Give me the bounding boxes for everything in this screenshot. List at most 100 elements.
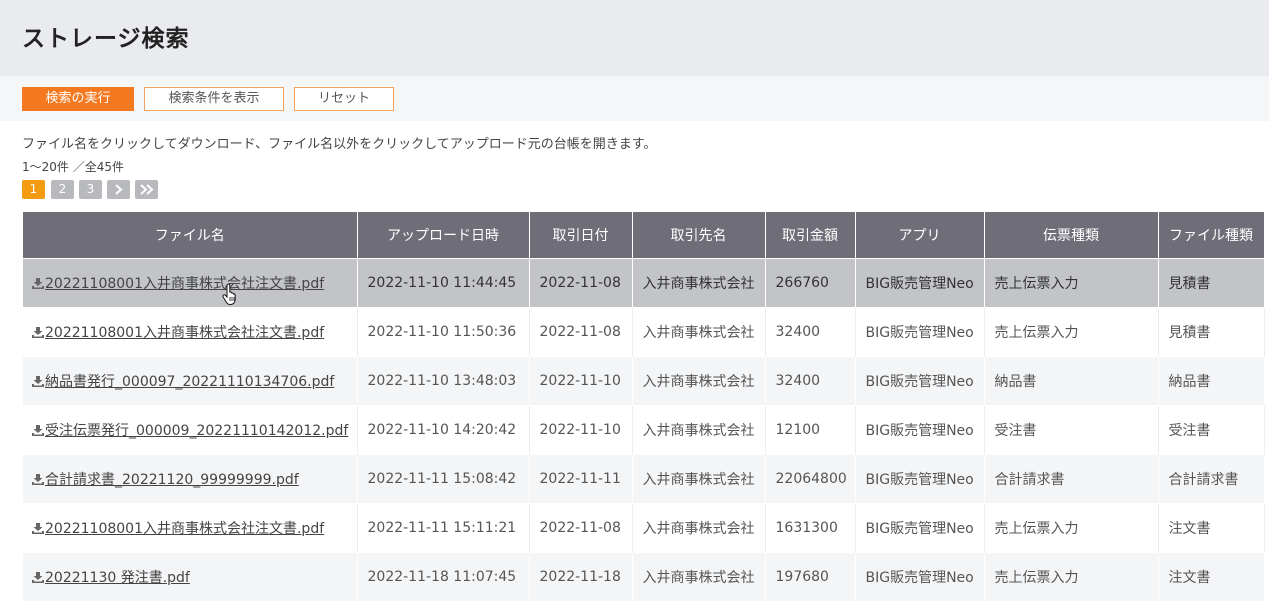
amount-cell: 22064800	[765, 455, 855, 504]
upload-datetime-cell: 2022-11-11 15:08:42	[357, 455, 529, 504]
transaction-date-cell: 2022-11-11	[529, 455, 632, 504]
file-name-text: 20221108001入井商事株式会社注文書.pdf	[45, 521, 324, 537]
file-download-link[interactable]: 受注伝票発行_000009_20221110142012.pdf	[32, 423, 348, 439]
table-row[interactable]: 20221108001入井商事株式会社注文書.pdf 2022-11-10 11…	[23, 308, 1264, 357]
upload-datetime-cell: 2022-11-10 14:20:42	[357, 406, 529, 455]
amount-cell: 32400	[765, 308, 855, 357]
file-name-cell: 受注伝票発行_000009_20221110142012.pdf	[23, 406, 357, 455]
table-header-row: ファイル名 アップロード日時 取引日付 取引先名 取引金額 アプリ 伝票種類 フ…	[23, 212, 1264, 259]
app-cell: BIG販売管理Neo	[855, 504, 984, 553]
app-cell: BIG販売管理Neo	[855, 357, 984, 406]
show-conditions-button[interactable]: 検索条件を表示	[144, 87, 284, 111]
table-row[interactable]: 納品書発行_000097_20221110134706.pdf 2022-11-…	[23, 357, 1264, 406]
app-cell: BIG販売管理Neo	[855, 553, 984, 601]
file-type-cell: 注文書	[1158, 553, 1264, 601]
app-cell: BIG販売管理Neo	[855, 406, 984, 455]
upload-datetime-cell: 2022-11-10 13:48:03	[357, 357, 529, 406]
table-row[interactable]: 20221130 発注書.pdf 2022-11-18 11:07:45 202…	[23, 553, 1264, 601]
partner-name-cell: 入井商事株式会社	[632, 504, 765, 553]
next-page-button[interactable]	[107, 180, 130, 199]
app-cell: BIG販売管理Neo	[855, 455, 984, 504]
download-icon	[32, 327, 44, 338]
download-icon	[32, 523, 44, 534]
file-name-cell: 20221108001入井商事株式会社注文書.pdf	[23, 504, 357, 553]
download-icon	[32, 572, 44, 583]
file-name-text: 受注伝票発行_000009_20221110142012.pdf	[45, 423, 348, 439]
transaction-date-cell: 2022-11-18	[529, 553, 632, 601]
download-icon	[32, 376, 44, 387]
download-icon	[32, 278, 44, 289]
hand-pointer-icon	[222, 284, 238, 306]
table-row[interactable]: 20221108001入井商事株式会社注文書.pdf 2022-11-10 11…	[23, 259, 1264, 308]
slip-type-cell: 納品書	[984, 357, 1158, 406]
upload-datetime-cell: 2022-11-10 11:44:45	[357, 259, 529, 308]
file-name-cell: 20221108001入井商事株式会社注文書.pdf	[23, 259, 357, 308]
file-name-text: 20221108001入井商事株式会社注文書.pdf	[45, 325, 324, 341]
transaction-date-cell: 2022-11-10	[529, 406, 632, 455]
amount-cell: 32400	[765, 357, 855, 406]
last-page-button[interactable]	[135, 180, 158, 199]
table-row[interactable]: 合計請求書_20221120_99999999.pdf 2022-11-11 1…	[23, 455, 1264, 504]
instructions-text: ファイル名をクリックしてダウンロード、ファイル名以外をクリックしてアップロード元…	[22, 133, 656, 152]
transaction-date-cell: 2022-11-08	[529, 504, 632, 553]
page-title: ストレージ検索	[22, 19, 190, 53]
file-name-cell: 20221130 発注書.pdf	[23, 553, 357, 601]
file-name-text: 20221130 発注書.pdf	[45, 570, 190, 586]
table-row[interactable]: 受注伝票発行_000009_20221110142012.pdf 2022-11…	[23, 406, 1264, 455]
column-header-file-name[interactable]: ファイル名	[23, 212, 357, 259]
upload-datetime-cell: 2022-11-10 11:50:36	[357, 308, 529, 357]
file-download-link[interactable]: 20221130 発注書.pdf	[32, 570, 190, 586]
app-cell: BIG販売管理Neo	[855, 308, 984, 357]
partner-name-cell: 入井商事株式会社	[632, 406, 765, 455]
file-name-text: 納品書発行_000097_20221110134706.pdf	[45, 374, 334, 390]
column-header-app[interactable]: アプリ	[855, 212, 984, 259]
amount-cell: 197680	[765, 553, 855, 601]
file-download-link[interactable]: 合計請求書_20221120_99999999.pdf	[32, 472, 299, 488]
storage-results-table: ファイル名 アップロード日時 取引日付 取引先名 取引金額 アプリ 伝票種類 フ…	[23, 212, 1265, 601]
column-header-slip-type[interactable]: 伝票種類	[984, 212, 1158, 259]
file-download-link[interactable]: 20221108001入井商事株式会社注文書.pdf	[32, 521, 324, 537]
slip-type-cell: 売上伝票入力	[984, 308, 1158, 357]
file-name-cell: 合計請求書_20221120_99999999.pdf	[23, 455, 357, 504]
file-type-cell: 受注書	[1158, 406, 1264, 455]
transaction-date-cell: 2022-11-10	[529, 357, 632, 406]
file-name-text: 合計請求書_20221120_99999999.pdf	[45, 472, 299, 488]
column-header-transaction-date[interactable]: 取引日付	[529, 212, 632, 259]
transaction-date-cell: 2022-11-08	[529, 308, 632, 357]
file-name-text: 20221108001入井商事株式会社注文書.pdf	[45, 276, 324, 292]
download-icon	[32, 474, 44, 485]
file-download-link[interactable]: 20221108001入井商事株式会社注文書.pdf	[32, 325, 324, 341]
partner-name-cell: 入井商事株式会社	[632, 455, 765, 504]
page-1-button[interactable]: 1	[22, 180, 45, 199]
file-type-cell: 見積書	[1158, 308, 1264, 357]
execute-search-button[interactable]: 検索の実行	[22, 87, 134, 111]
file-name-cell: 納品書発行_000097_20221110134706.pdf	[23, 357, 357, 406]
toolbar: 検索の実行 検索条件を表示 リセット	[0, 76, 1269, 121]
column-header-amount[interactable]: 取引金額	[765, 212, 855, 259]
column-header-partner-name[interactable]: 取引先名	[632, 212, 765, 259]
page-3-button[interactable]: 3	[79, 180, 102, 199]
file-type-cell: 納品書	[1158, 357, 1264, 406]
amount-cell: 266760	[765, 259, 855, 308]
file-type-cell: 見積書	[1158, 259, 1264, 308]
download-icon	[32, 425, 44, 436]
file-download-link[interactable]: 納品書発行_000097_20221110134706.pdf	[32, 374, 334, 390]
amount-cell: 12100	[765, 406, 855, 455]
table-row[interactable]: 20221108001入井商事株式会社注文書.pdf 2022-11-11 15…	[23, 504, 1264, 553]
transaction-date-cell: 2022-11-08	[529, 259, 632, 308]
slip-type-cell: 売上伝票入力	[984, 553, 1158, 601]
file-name-cell: 20221108001入井商事株式会社注文書.pdf	[23, 308, 357, 357]
partner-name-cell: 入井商事株式会社	[632, 308, 765, 357]
file-type-cell: 合計請求書	[1158, 455, 1264, 504]
amount-cell: 1631300	[765, 504, 855, 553]
partner-name-cell: 入井商事株式会社	[632, 357, 765, 406]
file-type-cell: 注文書	[1158, 504, 1264, 553]
app-cell: BIG販売管理Neo	[855, 259, 984, 308]
reset-button[interactable]: リセット	[294, 87, 394, 111]
column-header-file-type[interactable]: ファイル種類	[1158, 212, 1264, 259]
slip-type-cell: 売上伝票入力	[984, 259, 1158, 308]
page-2-button[interactable]: 2	[51, 180, 74, 199]
file-download-link[interactable]: 20221108001入井商事株式会社注文書.pdf	[32, 276, 324, 292]
column-header-upload-datetime[interactable]: アップロード日時	[357, 212, 529, 259]
page-header: ストレージ検索	[0, 0, 1269, 76]
